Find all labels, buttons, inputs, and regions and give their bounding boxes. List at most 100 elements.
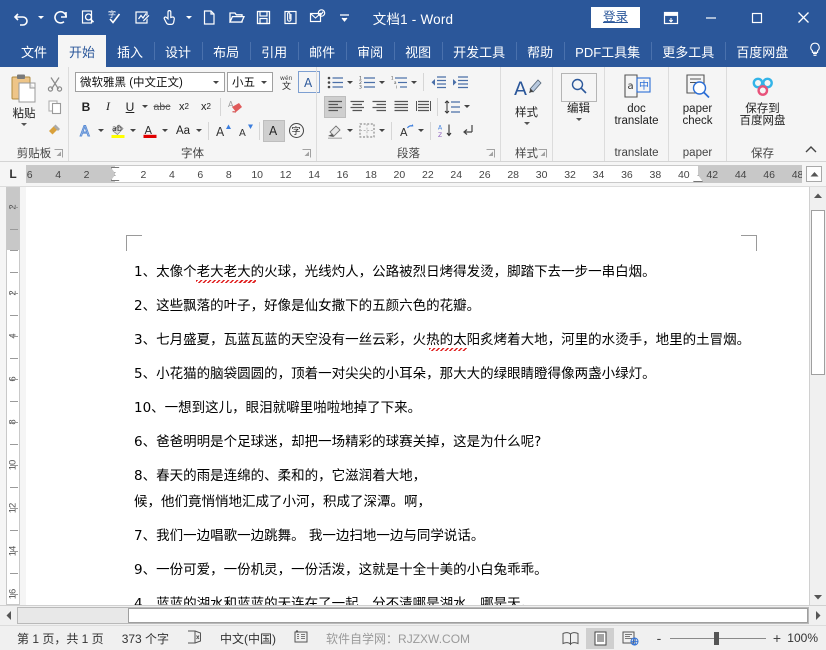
tab-insert[interactable]: 插入 xyxy=(106,35,154,67)
touch-mode-icon[interactable] xyxy=(156,5,182,31)
format-painter-button[interactable] xyxy=(44,119,66,141)
bold-button[interactable]: B xyxy=(75,96,97,118)
tab-references[interactable]: 引用 xyxy=(250,35,298,67)
document-paragraph[interactable]: 9、一份可爱，一份机灵，一份活泼，这就是十全十美的小白兔乖乖。 xyxy=(134,557,769,583)
underline-caret[interactable] xyxy=(142,105,148,108)
text-effects-caret[interactable] xyxy=(98,129,104,132)
horizontal-scroll-thumb[interactable] xyxy=(128,608,808,623)
paste-dropdown-caret[interactable] xyxy=(21,123,27,126)
spell-check-icon[interactable]: 字 xyxy=(102,5,128,31)
touch-mode-dropdown-caret[interactable] xyxy=(183,5,195,31)
bullets-caret[interactable] xyxy=(347,81,353,84)
paste-button[interactable]: 粘贴 xyxy=(4,70,44,126)
line-spacing-button[interactable] xyxy=(441,96,463,118)
paragraph-dialog-launcher[interactable] xyxy=(486,149,495,158)
tab-more-tools[interactable]: 更多工具 xyxy=(651,35,725,67)
styles-dialog-launcher[interactable] xyxy=(538,149,547,158)
underline-button[interactable]: U xyxy=(119,96,141,118)
new-document-icon[interactable] xyxy=(196,5,222,31)
tell-me-button[interactable]: 告诉我 xyxy=(799,42,826,61)
bullets-button[interactable] xyxy=(324,71,346,93)
cut-button[interactable] xyxy=(44,73,66,95)
scroll-down-arrow[interactable] xyxy=(810,588,826,605)
font-color-caret[interactable] xyxy=(162,129,168,132)
print-preview-icon[interactable] xyxy=(75,5,101,31)
line-spacing-caret[interactable] xyxy=(464,105,470,108)
editing-dropdown-caret[interactable] xyxy=(576,118,582,121)
asian-layout-caret[interactable] xyxy=(418,129,424,132)
tab-pdf-tools[interactable]: PDF工具集 xyxy=(564,35,651,67)
align-center-button[interactable] xyxy=(346,96,368,118)
styles-dropdown-caret[interactable] xyxy=(524,122,530,125)
zoom-in-button[interactable]: + xyxy=(772,630,782,646)
ribbon-display-options-icon[interactable] xyxy=(654,0,688,35)
phonetic-guide-button[interactable]: wén文 xyxy=(276,71,298,93)
asian-layout-button[interactable]: A xyxy=(395,120,417,142)
distribute-button[interactable] xyxy=(412,96,434,118)
justify-button[interactable] xyxy=(390,96,412,118)
horizontal-scrollbar[interactable] xyxy=(0,605,826,625)
document-paragraph[interactable]: 7、我们一边唱歌一边跳舞。 我一边扫地一边与同学说话。 xyxy=(134,523,769,549)
tab-stop-selector[interactable]: L xyxy=(0,162,26,186)
zoom-thumb[interactable] xyxy=(714,632,719,645)
read-mode-button[interactable] xyxy=(556,628,584,649)
language-indicator[interactable]: 中文(中国) xyxy=(211,630,285,647)
track-changes-icon[interactable] xyxy=(129,5,155,31)
document-paragraph[interactable]: 3、七月盛夏，瓦蓝瓦蓝的天空没有一丝云彩，火热的太阳炙烤着大地，河里的水烫手，地… xyxy=(134,327,769,353)
vertical-scroll-track[interactable] xyxy=(810,204,826,588)
font-size-combo[interactable]: 小五 xyxy=(227,72,273,92)
document-canvas[interactable]: 1、太像个老大老大的火球，光线灼人，公路被烈日烤得发烫，脚踏下去一步一串白烟。2… xyxy=(26,187,809,605)
editing-button[interactable]: 编辑 xyxy=(556,71,602,121)
shrink-font-button[interactable]: A xyxy=(234,120,256,142)
text-highlight-color-button[interactable]: ab xyxy=(107,120,129,142)
subscript-button[interactable]: x2 xyxy=(173,96,195,118)
text-effects-button[interactable]: A xyxy=(75,120,97,142)
shading-button[interactable] xyxy=(324,120,346,142)
zoom-out-button[interactable]: - xyxy=(654,630,664,646)
tab-layout[interactable]: 布局 xyxy=(202,35,250,67)
save-icon[interactable] xyxy=(250,5,276,31)
font-color-button[interactable]: A xyxy=(139,120,161,142)
maximize-button[interactable] xyxy=(734,0,780,35)
character-shading-button[interactable]: A xyxy=(263,120,285,142)
scroll-left-arrow[interactable] xyxy=(0,607,17,624)
vertical-scrollbar[interactable] xyxy=(809,187,826,605)
tab-baidu-netdisk[interactable]: 百度网盘 xyxy=(725,35,799,67)
sort-button[interactable]: AZ xyxy=(434,120,456,142)
scroll-right-arrow[interactable] xyxy=(809,607,826,624)
borders-button[interactable] xyxy=(356,120,378,142)
grow-font-button[interactable]: A xyxy=(212,120,234,142)
multilevel-caret[interactable] xyxy=(411,81,417,84)
document-page[interactable]: 1、太像个老大老大的火球，光线灼人，公路被烈日烤得发烫，脚踏下去一步一串白烟。2… xyxy=(26,187,809,605)
customize-qat-icon[interactable] xyxy=(331,5,357,31)
undo-icon[interactable] xyxy=(8,5,34,31)
print-layout-button[interactable] xyxy=(586,628,614,649)
document-paragraph[interactable]: 2、这些飘落的叶子，好像是仙女撒下的五颜六色的花瓣。 xyxy=(134,293,769,319)
font-name-combo[interactable]: 微软雅黑 (中文正文) xyxy=(75,72,225,92)
superscript-button[interactable]: x2 xyxy=(195,96,217,118)
align-right-button[interactable] xyxy=(368,96,390,118)
page-indicator[interactable]: 第 1 页，共 1 页 xyxy=(8,630,113,647)
macro-recording[interactable] xyxy=(285,630,317,646)
web-layout-button[interactable] xyxy=(616,628,644,649)
styles-button[interactable]: A 样式 xyxy=(504,73,550,125)
collapse-ribbon-icon[interactable] xyxy=(804,144,818,159)
clear-formatting-button[interactable]: A xyxy=(224,96,246,118)
save-to-netdisk-button[interactable]: 保存到 百度网盘 xyxy=(729,73,796,128)
tab-mailings[interactable]: 邮件 xyxy=(298,35,346,67)
borders-caret[interactable] xyxy=(379,129,385,132)
tab-help[interactable]: 帮助 xyxy=(516,35,564,67)
enclose-character-button[interactable]: 字 xyxy=(285,120,307,142)
change-case-caret[interactable] xyxy=(196,129,202,132)
show-marks-button[interactable] xyxy=(456,120,478,142)
copy-button[interactable] xyxy=(44,96,66,118)
shading-caret[interactable] xyxy=(347,129,353,132)
document-paragraph[interactable]: 5、小花猫的脑袋圆圆的，顶着一对尖尖的小耳朵，那大大的绿眼睛瞪得像两盏小绿灯。 xyxy=(134,361,769,387)
multilevel-list-button[interactable]: 1ai xyxy=(388,71,410,93)
align-left-button[interactable] xyxy=(324,96,346,118)
document-paragraph[interactable]: 10、一想到这儿，眼泪就噼里啪啦地掉了下来。 xyxy=(134,395,769,421)
attach-icon[interactable] xyxy=(277,5,303,31)
document-body-text[interactable]: 1、太像个老大老大的火球，光线灼人，公路被烈日烤得发烫，脚踏下去一步一串白烟。2… xyxy=(134,259,769,605)
close-button[interactable] xyxy=(780,0,826,35)
clipboard-dialog-launcher[interactable] xyxy=(54,149,63,158)
